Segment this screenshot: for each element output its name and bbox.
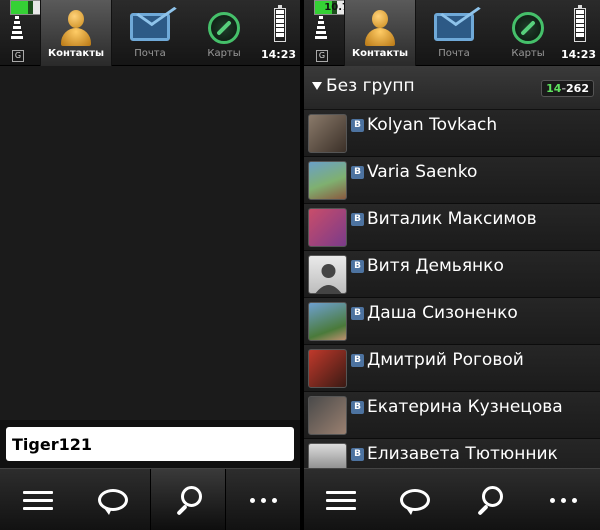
status-bar: 10.7M 1.5K/S G Контакты Почта Карты 14:2… [304, 0, 600, 66]
contact-row[interactable]: В Даша Сизоненко [304, 298, 600, 345]
contact-row[interactable]: В Елизавета Тютюнник [304, 439, 600, 468]
contact-name: Дмитрий Роговой [367, 350, 524, 370]
maps-icon [208, 12, 240, 44]
contact-name: Kolyan Tovkach [367, 115, 498, 135]
vk-icon: В [351, 213, 364, 226]
contact-list: В Kolyan Tovkach В Varia Saenko В Виталик Мак… [304, 110, 600, 468]
menu-icon [22, 490, 53, 510]
tab-mail[interactable]: Почта [114, 0, 186, 66]
vk-icon: В [351, 260, 364, 273]
online-count-badge: 14-262 [541, 80, 594, 97]
search-bar [0, 420, 300, 468]
battery-icon [274, 5, 286, 42]
mail-icon [434, 13, 474, 41]
more-icon [549, 497, 577, 503]
avatar-placeholder-icon [308, 255, 347, 294]
clock: 14:23 [260, 48, 296, 61]
total-count: 262 [566, 82, 589, 95]
vk-icon: В [351, 354, 364, 367]
contacts-icon [363, 10, 397, 46]
network-type: G [12, 50, 24, 62]
tab-maps[interactable]: Карты [188, 0, 260, 66]
search-icon [475, 486, 503, 514]
tab-label: Контакты [47, 48, 105, 59]
online-count: 14 [546, 82, 562, 95]
vk-icon: В [351, 166, 364, 179]
avatar [308, 208, 347, 247]
battery-icon [574, 5, 586, 42]
contact-name: Даша Сизоненко [367, 303, 518, 323]
contacts-icon [59, 10, 93, 46]
tab-label: Карты [511, 48, 545, 59]
avatar [308, 161, 347, 200]
chat-icon [400, 489, 430, 515]
menu-button[interactable] [0, 469, 75, 530]
collapse-arrow-icon [312, 82, 322, 90]
avatar [308, 396, 347, 435]
group-title: Без групп [326, 76, 415, 96]
status-bar: 10.7M G Контакты Почта Карты 14:23 [0, 0, 300, 66]
contact-name: Varia Saenko [367, 162, 478, 182]
search-button[interactable] [452, 469, 526, 530]
contact-name: Виталик Максимов [367, 209, 537, 229]
vk-icon: В [351, 401, 364, 414]
bottom-toolbar [0, 468, 300, 530]
contact-row[interactable]: В Дмитрий Роговой [304, 345, 600, 392]
avatar [308, 443, 347, 468]
avatar [308, 114, 347, 153]
search-input[interactable] [6, 427, 294, 461]
contact-row[interactable]: В Витя Демьянко [304, 251, 600, 298]
contact-row[interactable]: В Виталик Максимов [304, 204, 600, 251]
group-header[interactable]: Без групп 14-262 [304, 66, 600, 110]
tab-contacts[interactable]: Контакты [344, 0, 416, 66]
contact-row[interactable]: В Екатерина Кузнецова [304, 392, 600, 439]
vk-icon: В [351, 448, 364, 461]
tab-label: Контакты [351, 48, 409, 59]
more-button[interactable] [526, 469, 600, 530]
search-icon [174, 486, 202, 514]
vk-icon: В [351, 119, 364, 132]
chat-button[interactable] [75, 469, 150, 530]
tab-contacts[interactable]: Контакты [40, 0, 112, 66]
chat-button[interactable] [378, 469, 452, 530]
mail-icon [130, 13, 170, 41]
menu-button[interactable] [304, 469, 378, 530]
left-screen: 10.7M G Контакты Почта Карты 14:23 [0, 0, 300, 530]
tab-mail[interactable]: Почта [418, 0, 490, 66]
more-button[interactable] [226, 469, 300, 530]
contact-name: Екатерина Кузнецова [367, 397, 563, 417]
tab-label: Почта [134, 48, 166, 59]
vk-icon: В [351, 307, 364, 320]
contact-name: Елизавета Тютюнник [367, 444, 558, 464]
maps-icon [512, 12, 544, 44]
right-screen: 10.7M 1.5K/S G Контакты Почта Карты 14:2… [304, 0, 600, 530]
tab-label: Почта [438, 48, 470, 59]
bottom-toolbar [304, 468, 600, 530]
contact-row[interactable]: В Varia Saenko [304, 157, 600, 204]
avatar [308, 302, 347, 341]
clock: 14:23 [560, 48, 596, 61]
menu-icon [326, 490, 356, 510]
more-icon [249, 497, 277, 503]
tab-label: Карты [207, 48, 241, 59]
tab-maps[interactable]: Карты [492, 0, 564, 66]
search-button[interactable] [150, 469, 226, 530]
avatar [308, 349, 347, 388]
signal-icon [314, 16, 328, 48]
contact-name: Витя Демьянко [367, 256, 504, 276]
network-type: G [316, 50, 328, 62]
signal-icon [10, 16, 24, 48]
contact-row[interactable]: В Kolyan Tovkach [304, 110, 600, 157]
chat-icon [97, 489, 128, 515]
